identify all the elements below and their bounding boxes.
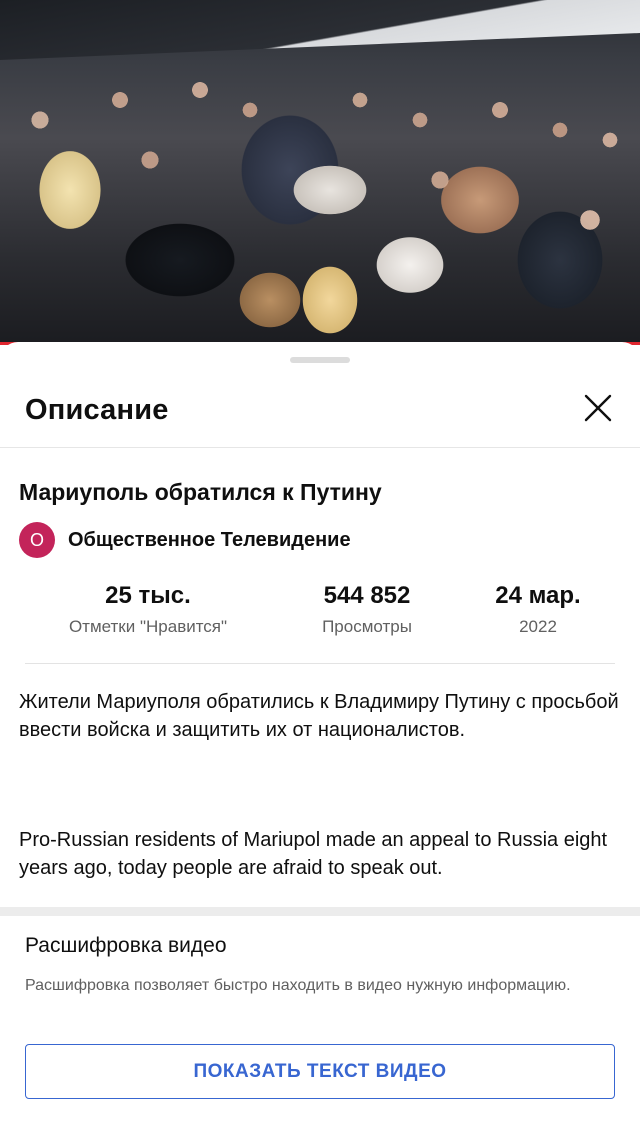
sheet-header: Описание [0, 382, 640, 448]
close-icon [584, 394, 612, 422]
transcript-description: Расшифровка позволяет быстро находить в … [25, 977, 571, 994]
channel-name[interactable]: Общественное Телевидение [68, 529, 351, 552]
video-player[interactable] [0, 0, 640, 345]
video-title: Мариуполь обратился к Путину [19, 479, 382, 505]
stat-views-label: Просмотры [322, 617, 412, 636]
drag-handle[interactable] [290, 357, 350, 363]
divider [25, 663, 615, 664]
stat-likes: 25 тыс. Отметки "Нравится" [38, 582, 258, 637]
video-stats: 25 тыс. Отметки "Нравится" 544 852 Просм… [0, 582, 640, 642]
stat-date-year: 2022 [519, 617, 557, 636]
avatar-letter: О [29, 529, 44, 550]
channel-link[interactable]: О Общественное Телевидение [19, 522, 351, 558]
stat-date-value: 24 мар. [495, 582, 581, 609]
stat-likes-label: Отметки "Нравится" [68, 617, 228, 636]
show-transcript-button[interactable]: ПОКАЗАТЬ ТЕКСТ ВИДЕО [25, 1044, 615, 1099]
stat-likes-value: 25 тыс. [105, 582, 191, 609]
stat-views: 544 852 Просмотры [296, 582, 438, 637]
sheet-title: Описание [25, 394, 169, 426]
close-button[interactable] [578, 388, 618, 428]
description-paragraph: Pro-Russian residents of Mariupol made a… [19, 829, 608, 879]
channel-avatar[interactable]: О [19, 522, 55, 558]
description-sheet: Описание Мариуполь обратился к Путину О … [0, 342, 640, 1138]
stat-views-value: 544 852 [323, 582, 411, 609]
section-separator [0, 907, 640, 916]
stat-date: 24 мар. 2022 [468, 582, 608, 637]
description-paragraph: Жители Мариуполя обратились к Владимиру … [19, 691, 619, 741]
video-frame-crowd [0, 40, 640, 345]
transcript-title: Расшифровка видео [25, 934, 227, 957]
